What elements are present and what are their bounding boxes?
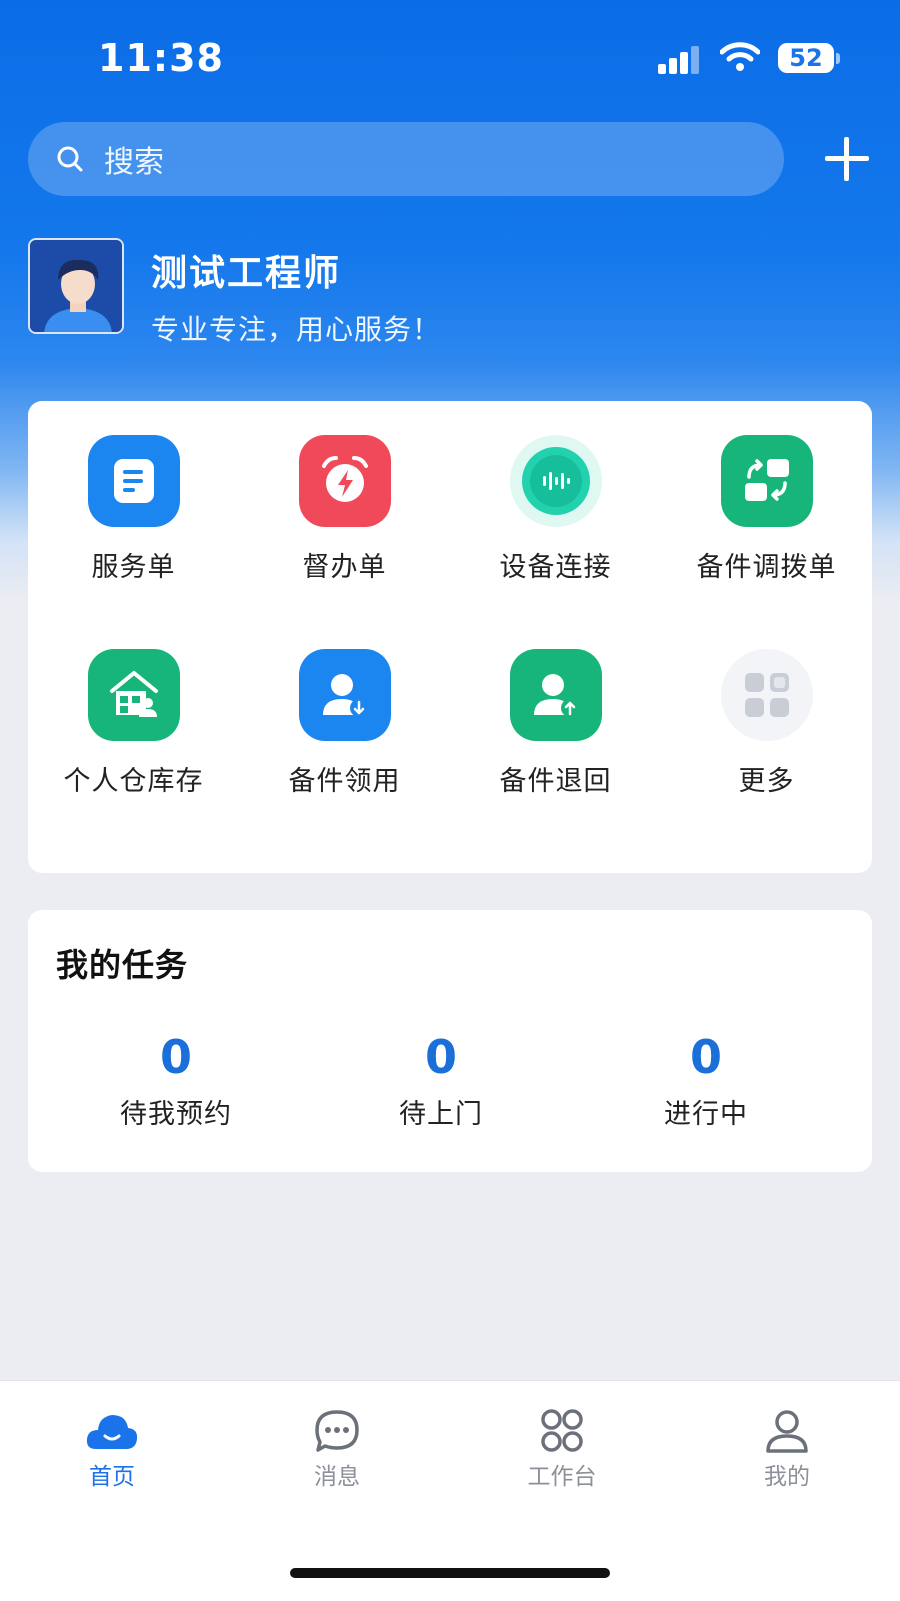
home-indicator (290, 1568, 610, 1578)
more-apps-icon (720, 649, 813, 741)
status-time: 11:38 (98, 36, 224, 80)
battery-tip (836, 53, 840, 64)
shortcuts-card: 服务单 督办单 设备连接 备件调拨单 个人仓库存 备件领用 备件退回 更多 (28, 401, 872, 873)
shortcut-parts-receive[interactable]: 备件领用 (239, 615, 450, 805)
tab-label: 工作台 (527, 1464, 597, 1490)
search-placeholder: 搜索 (104, 145, 164, 180)
task-label: 待上门 (399, 1099, 483, 1130)
chat-bubble-icon (315, 1410, 359, 1452)
task-count: 0 (424, 1030, 457, 1084)
task-label: 待我预约 (120, 1099, 232, 1130)
profile-slogan: 专业专注，用心服务！ (151, 313, 442, 346)
search-bar[interactable]: 搜索 (28, 122, 784, 196)
shortcut-label: 个人仓库存 (63, 766, 204, 797)
shortcut-service-order[interactable]: 服务单 (28, 401, 239, 591)
wifi-icon (720, 42, 760, 71)
shortcut-label: 备件领用 (288, 766, 401, 797)
receive-parts-icon (298, 649, 391, 741)
alarm-clock-icon (298, 435, 391, 527)
task-stat-in-progress[interactable]: 0 进行中 (606, 1030, 806, 1131)
shortcut-parts-transfer[interactable]: 备件调拨单 (661, 401, 872, 591)
search-icon (57, 146, 83, 172)
task-stat-pending-visit[interactable]: 0 待上门 (341, 1030, 541, 1131)
service-order-icon (87, 435, 180, 527)
tab-label: 首页 (89, 1464, 135, 1490)
add-button[interactable] (822, 134, 872, 184)
shortcut-label: 备件调拨单 (696, 552, 837, 583)
shortcut-label: 督办单 (302, 552, 387, 583)
shortcut-supervision-order[interactable]: 督办单 (239, 401, 450, 591)
shortcut-parts-return[interactable]: 备件退回 (450, 615, 661, 805)
tab-mine[interactable]: 我的 (712, 1409, 862, 1491)
shortcut-more[interactable]: 更多 (661, 615, 872, 805)
device-connect-icon (509, 435, 602, 527)
tasks-title: 我的任务 (56, 946, 189, 984)
home-cloud-icon (86, 1415, 138, 1449)
transfer-icon (720, 435, 813, 527)
avatar[interactable] (28, 238, 124, 334)
profile-name: 测试工程师 (151, 253, 342, 294)
warehouse-icon (87, 649, 180, 741)
return-parts-icon (509, 649, 602, 741)
shortcut-label: 备件退回 (499, 766, 612, 797)
shortcut-device-connect[interactable]: 设备连接 (450, 401, 661, 591)
workbench-icon (541, 1409, 583, 1452)
shortcut-label: 更多 (738, 766, 795, 797)
tab-label: 消息 (314, 1464, 360, 1490)
avatar-person-icon (30, 240, 122, 332)
task-count: 0 (689, 1030, 722, 1084)
cellular-signal-icon (658, 46, 700, 74)
tasks-card: 我的任务 0 待我预约 0 待上门 0 进行中 (28, 910, 872, 1172)
battery-indicator: 52 (778, 43, 834, 73)
shortcut-personal-warehouse[interactable]: 个人仓库存 (28, 615, 239, 805)
tab-messages[interactable]: 消息 (262, 1409, 412, 1491)
tab-label: 我的 (764, 1464, 810, 1490)
profile-icon (766, 1410, 808, 1453)
task-stat-pending-appointment[interactable]: 0 待我预约 (76, 1030, 276, 1131)
task-count: 0 (159, 1030, 192, 1084)
shortcut-label: 服务单 (91, 552, 176, 583)
shortcut-label: 设备连接 (499, 552, 612, 583)
tab-home[interactable]: 首页 (37, 1409, 187, 1491)
tab-workbench[interactable]: 工作台 (487, 1409, 637, 1491)
task-label: 进行中 (664, 1099, 748, 1130)
